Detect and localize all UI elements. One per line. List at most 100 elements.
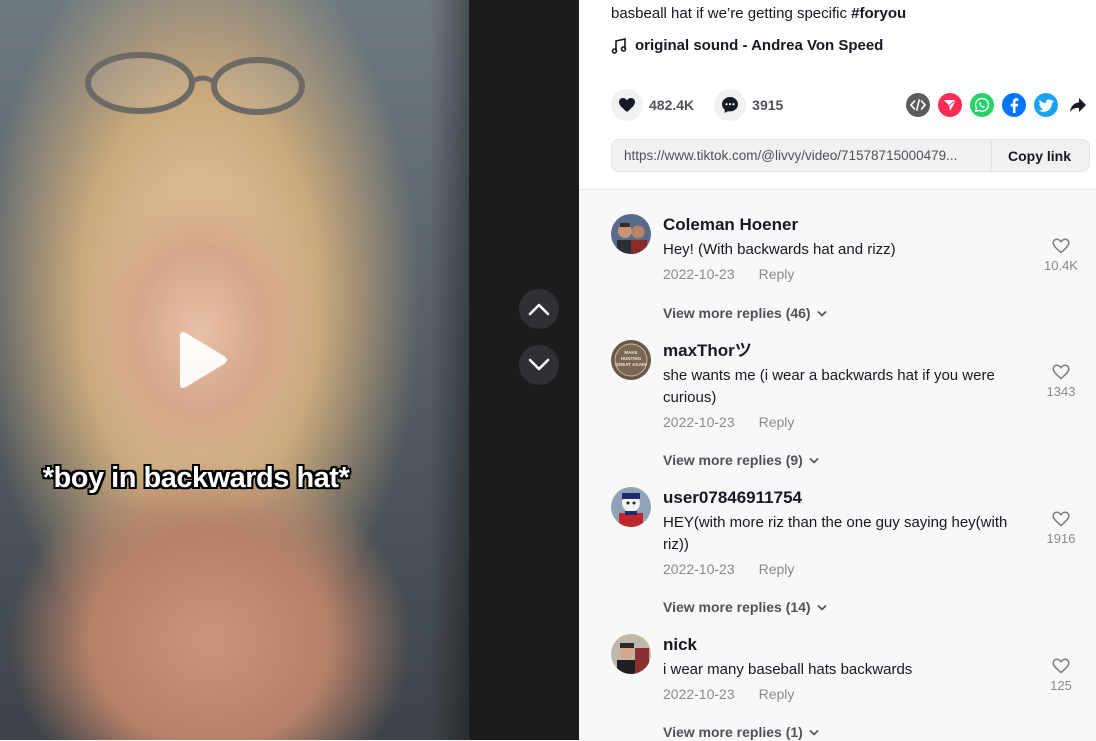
comment-like-count: 1916: [1046, 531, 1076, 546]
reply-button[interactable]: Reply: [759, 686, 795, 702]
embed-button[interactable]: [906, 93, 930, 117]
chevron-down-icon: [809, 729, 819, 736]
heart-outline-icon[interactable]: [1052, 511, 1070, 527]
view-more-label: View more replies (14): [663, 599, 811, 615]
comment-bubble-icon: [722, 97, 739, 113]
comment-date: 2022-10-23: [663, 561, 735, 577]
facebook-icon: [1010, 98, 1019, 113]
chevron-down-icon: [528, 358, 550, 371]
copy-link-box: https://www.tiktok.com/@livvy/video/7157…: [611, 139, 1090, 172]
reply-button[interactable]: Reply: [759, 561, 795, 577]
send-to-friends-button[interactable]: [938, 93, 962, 117]
music-title: original sound - Andrea Von Speed: [635, 37, 884, 54]
comment-like: 1916: [1041, 511, 1081, 546]
avatar[interactable]: [611, 634, 651, 674]
comment-meta: 2022-10-23 Reply: [663, 686, 1033, 702]
facebook-button[interactable]: [1002, 93, 1026, 117]
view-more-label: View more replies (9): [663, 452, 803, 468]
more-share-button[interactable]: [1066, 93, 1090, 117]
whatsapp-button[interactable]: [970, 93, 994, 117]
comment-meta: 2022-10-23 Reply: [663, 414, 1033, 430]
heart-icon: [619, 98, 635, 112]
view-more-replies[interactable]: View more replies (1): [663, 724, 819, 740]
like-count: 482.4K: [649, 97, 695, 113]
music-link[interactable]: original sound - Andrea Von Speed: [611, 37, 883, 54]
heart-outline-icon[interactable]: [1052, 238, 1070, 254]
comment-body: maxThorツ she wants me (i wear a backward…: [663, 340, 1033, 430]
like-stat[interactable]: 482.4K: [611, 89, 694, 121]
comment-body: user07846911754 HEY(with more riz than t…: [663, 487, 1033, 577]
avatar[interactable]: MAKE HUNTING GREAT AGAIN: [611, 340, 651, 380]
comment-like-count: 10.4K: [1044, 258, 1078, 273]
comment-count: 3915: [752, 97, 784, 113]
comment-text: i wear many baseball hats backwards: [663, 661, 913, 678]
video-description: basbeall hat if we’re getting specific #…: [611, 5, 906, 22]
comment-date: 2022-10-23: [663, 414, 735, 430]
video-link-url[interactable]: https://www.tiktok.com/@livvy/video/7157…: [612, 148, 991, 163]
hashtag-link[interactable]: #foryou: [851, 5, 906, 22]
avatar[interactable]: [611, 487, 651, 527]
video-frame[interactable]: [0, 0, 469, 740]
view-more-replies[interactable]: View more replies (14): [663, 599, 827, 615]
avatar-photo: [611, 634, 651, 674]
comment-date: 2022-10-23: [663, 266, 735, 282]
share-buttons: [906, 93, 1090, 117]
heart-outline-icon[interactable]: [1052, 364, 1070, 380]
view-more-replies[interactable]: View more replies (9): [663, 452, 819, 468]
comment-like: 1343: [1041, 364, 1081, 399]
comment-meta: 2022-10-23 Reply: [663, 266, 1033, 282]
comment-like: 10.4K: [1041, 238, 1081, 273]
chevron-up-icon: [528, 303, 550, 316]
avatar-photo: [611, 214, 651, 254]
comment-body: Coleman Hoener Hey! (With backwards hat …: [663, 214, 1033, 282]
avatar-patch-image: MAKE HUNTING GREAT AGAIN: [611, 340, 651, 380]
comment-like-count: 1343: [1046, 384, 1076, 399]
svg-text:GREAT AGAIN: GREAT AGAIN: [616, 362, 647, 367]
play-icon[interactable]: [172, 330, 228, 390]
comment-meta: 2022-10-23 Reply: [663, 561, 1033, 577]
glasses-shape: [85, 52, 305, 115]
share-arrow-icon: [1070, 98, 1086, 112]
embed-code-icon: [910, 99, 926, 111]
copy-link-button[interactable]: Copy link: [990, 140, 1089, 171]
reply-button[interactable]: Reply: [759, 414, 795, 430]
comment-like-count: 125: [1050, 678, 1072, 693]
svg-text:MAKE: MAKE: [624, 350, 637, 355]
chevron-down-icon: [817, 604, 827, 611]
comment-username[interactable]: user07846911754: [663, 487, 1033, 509]
heart-outline-icon[interactable]: [1052, 658, 1070, 674]
comment-text: she wants me (i wear a backwards hat if …: [663, 367, 995, 406]
info-panel: basbeall hat if we’re getting specific #…: [579, 0, 1096, 741]
comment-button[interactable]: [714, 89, 747, 121]
comment-list: Coleman Hoener Hey! (With backwards hat …: [579, 189, 1096, 741]
comment-body: nick i wear many baseball hats backwards…: [663, 634, 1033, 702]
comment-date: 2022-10-23: [663, 686, 735, 702]
comment-stat[interactable]: 3915: [714, 89, 783, 121]
video-caption: *boy in backwards hat*: [42, 462, 350, 494]
reply-button[interactable]: Reply: [759, 266, 795, 282]
music-note-icon: [611, 37, 627, 54]
video-player-area: *boy in backwards hat*: [0, 0, 579, 740]
twitter-bird-icon: [1038, 98, 1053, 112]
chevron-down-icon: [809, 457, 819, 464]
view-more-replies[interactable]: View more replies (46): [663, 305, 827, 321]
comment-text: Hey! (With backwards hat and rizz): [663, 241, 896, 258]
avatar[interactable]: [611, 214, 651, 254]
comment-username[interactable]: nick: [663, 634, 1033, 656]
view-more-label: View more replies (46): [663, 305, 811, 321]
send-arrow-icon: [944, 99, 957, 111]
description-text: basbeall hat if we’re getting specific: [611, 5, 852, 22]
whatsapp-icon: [974, 97, 990, 113]
view-more-label: View more replies (1): [663, 724, 803, 740]
next-video-button[interactable]: [519, 345, 559, 385]
comment-username[interactable]: maxThorツ: [663, 340, 1033, 362]
previous-video-button[interactable]: [519, 289, 559, 329]
comment-text: HEY(with more riz than the one guy sayin…: [663, 514, 1008, 553]
avatar-photo: [611, 487, 651, 527]
twitter-button[interactable]: [1034, 93, 1058, 117]
comment-like: 125: [1041, 658, 1081, 693]
comment-username[interactable]: Coleman Hoener: [663, 214, 1033, 236]
svg-text:HUNTING: HUNTING: [621, 356, 642, 361]
engagement-stats: 482.4K 3915: [611, 89, 803, 121]
like-button[interactable]: [611, 89, 643, 121]
